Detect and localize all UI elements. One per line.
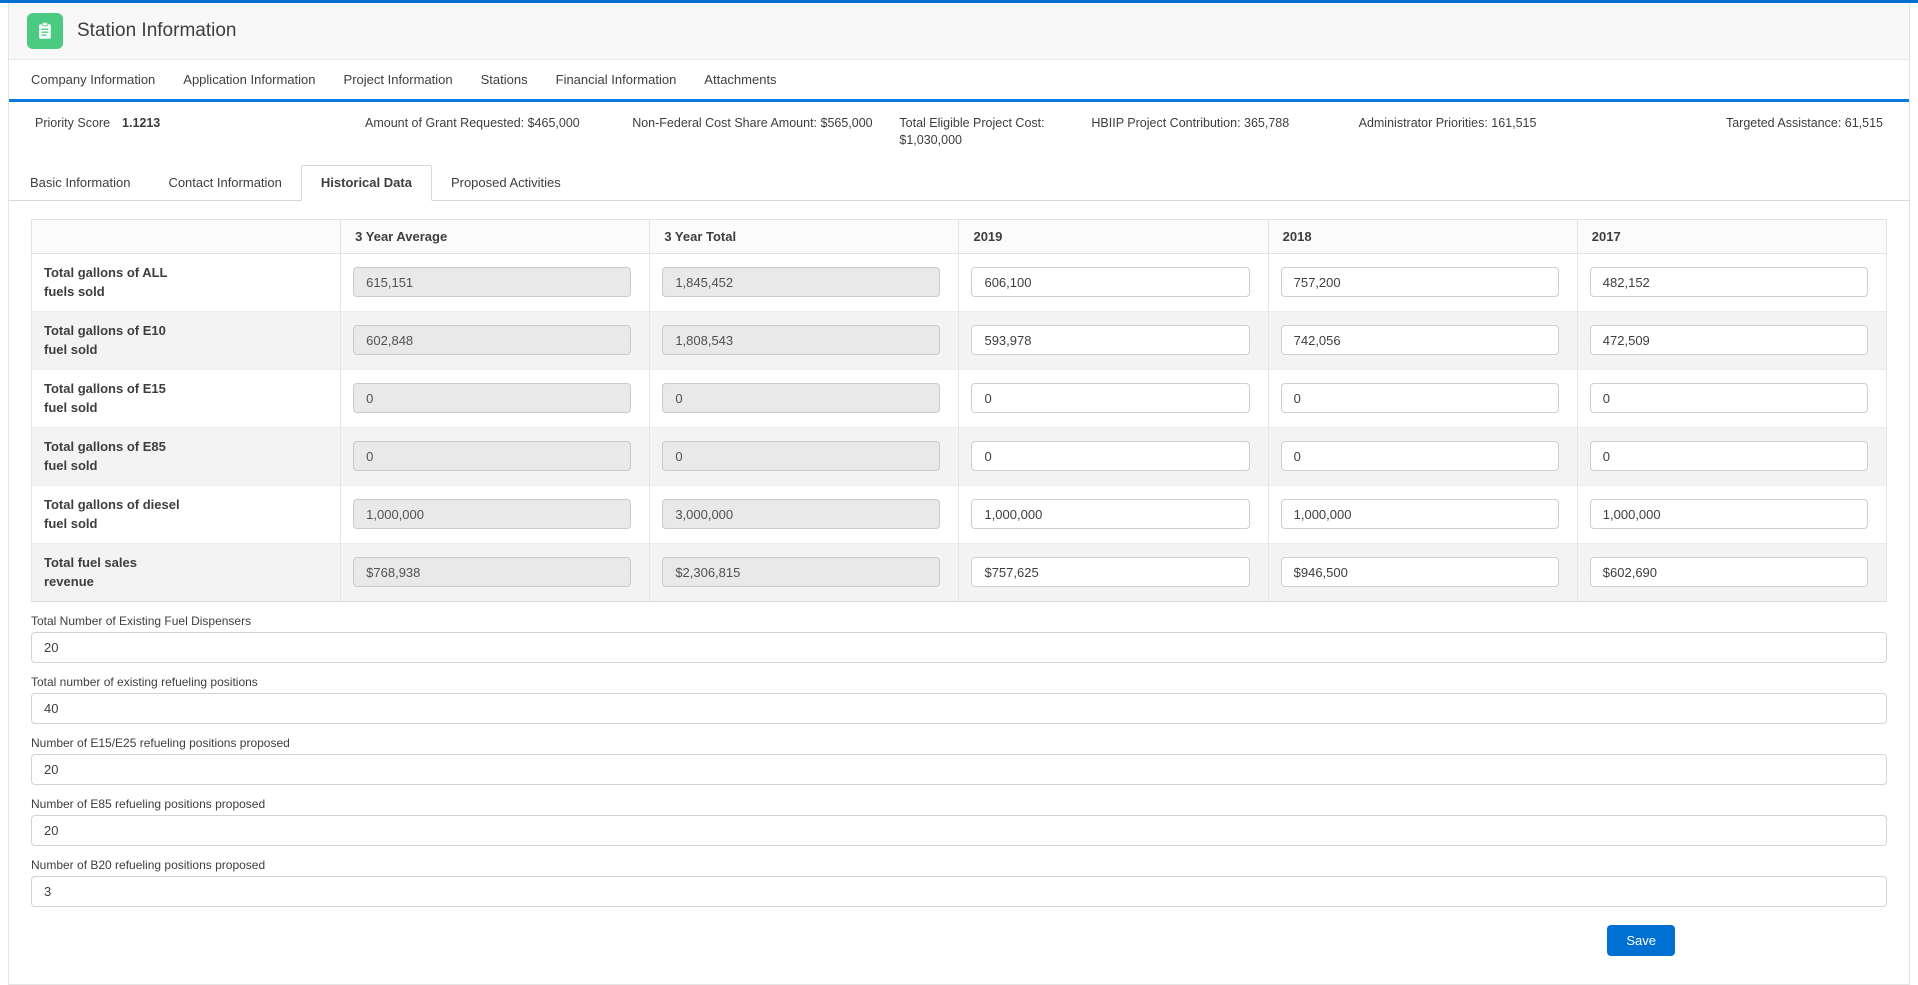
e15-e25-positions-proposed-input[interactable] [31,754,1887,785]
field-label: Number of B20 refueling positions propos… [31,858,1887,872]
table-row-e15: Total gallons of E15 fuel sold [32,369,1887,427]
row-label: Total gallons of ALL fuels sold [44,263,186,302]
input-2019[interactable] [971,499,1249,529]
input-3yr-average [353,441,631,471]
summary-admin-priorities: Administrator Priorities: 161,515 [1359,115,1626,132]
e85-positions-proposed-input[interactable] [31,815,1887,846]
field-label: Total Number of Existing Fuel Dispensers [31,614,1887,628]
input-2017[interactable] [1590,441,1868,471]
input-2017[interactable] [1590,383,1868,413]
field-label: Number of E85 refueling positions propos… [31,797,1887,811]
field-e15-e25-positions-proposed: Number of E15/E25 refueling positions pr… [31,736,1887,785]
tab-attachments[interactable]: Attachments [704,72,776,87]
column-header-3yr-average: 3 Year Average [341,219,650,253]
row-label: Total gallons of diesel fuel sold [44,495,186,534]
tab-company-information[interactable]: Company Information [31,72,155,87]
summary-hbiip-contribution: HBIIP Project Contribution: 365,788 [1091,115,1358,132]
table-row-all-fuels: Total gallons of ALL fuels sold [32,253,1887,311]
historical-data-panel: 3 Year Average 3 Year Total 2019 2018 20… [9,201,1909,984]
row-label: Total gallons of E15 fuel sold [44,379,186,418]
priority-score: Priority Score 1.1213 [35,115,365,132]
input-3yr-average [353,557,631,587]
input-3yr-average [353,383,631,413]
input-2018[interactable] [1281,267,1559,297]
table-row-e85: Total gallons of E85 fuel sold [32,427,1887,485]
summary-bar: Priority Score 1.1213 Amount of Grant Re… [9,102,1909,157]
input-2019[interactable] [971,267,1249,297]
existing-refueling-positions-input[interactable] [31,693,1887,724]
input-3yr-total [662,557,940,587]
tab-application-information[interactable]: Application Information [183,72,315,87]
table-header-row: 3 Year Average 3 Year Total 2019 2018 20… [32,219,1887,253]
input-2017[interactable] [1590,325,1868,355]
app-header: Station Information [9,3,1909,60]
input-3yr-average [353,267,631,297]
sub-tab-bar: Basic Information Contact Information Hi… [9,165,1909,201]
input-2017[interactable] [1590,499,1868,529]
input-2019[interactable] [971,383,1249,413]
input-3yr-total [662,441,940,471]
column-header-2018: 2018 [1268,219,1577,253]
station-information-card: Station Information Company Information … [8,3,1910,985]
column-header-blank [32,219,341,253]
subtab-proposed-activities[interactable]: Proposed Activities [432,166,580,200]
column-header-2019: 2019 [959,219,1268,253]
clipboard-icon [27,13,63,49]
b20-positions-proposed-input[interactable] [31,876,1887,907]
input-2018[interactable] [1281,557,1559,587]
input-2019[interactable] [971,557,1249,587]
input-2018[interactable] [1281,441,1559,471]
field-b20-positions-proposed: Number of B20 refueling positions propos… [31,858,1887,907]
input-3yr-average [353,325,631,355]
field-label: Total number of existing refueling posit… [31,675,1887,689]
tab-project-information[interactable]: Project Information [344,72,453,87]
priority-score-value: 1.1213 [122,115,160,132]
subtab-basic-information[interactable]: Basic Information [11,166,149,200]
column-header-2017: 2017 [1577,219,1886,253]
historical-data-table: 3 Year Average 3 Year Total 2019 2018 20… [31,219,1887,602]
save-row: Save [31,907,1887,984]
save-button[interactable]: Save [1607,925,1675,956]
row-label: Total fuel sales revenue [44,553,186,592]
subtab-contact-information[interactable]: Contact Information [149,166,300,200]
input-2017[interactable] [1590,267,1868,297]
summary-targeted-assistance: Targeted Assistance: 61,515 [1626,115,1883,132]
tab-financial-information[interactable]: Financial Information [556,72,677,87]
summary-grant-requested: Amount of Grant Requested: $465,000 [365,115,632,132]
field-existing-refueling-positions: Total number of existing refueling posit… [31,675,1887,724]
row-label: Total gallons of E10 fuel sold [44,321,186,360]
subtab-historical-data[interactable]: Historical Data [301,165,432,201]
input-2019[interactable] [971,441,1249,471]
priority-score-label: Priority Score [35,115,110,132]
input-2018[interactable] [1281,499,1559,529]
summary-eligible-project-cost: Total Eligible Project Cost: $1,030,000 [899,115,1091,149]
input-2018[interactable] [1281,325,1559,355]
main-tab-bar: Company Information Application Informat… [9,60,1909,102]
input-2019[interactable] [971,325,1249,355]
input-3yr-total [662,325,940,355]
input-2018[interactable] [1281,383,1559,413]
input-3yr-total [662,383,940,413]
field-label: Number of E15/E25 refueling positions pr… [31,736,1887,750]
summary-cost-share: Non-Federal Cost Share Amount: $565,000 [632,115,899,132]
column-header-3yr-total: 3 Year Total [650,219,959,253]
page-title: Station Information [77,20,236,42]
existing-fuel-dispensers-input[interactable] [31,632,1887,663]
field-e85-positions-proposed: Number of E85 refueling positions propos… [31,797,1887,846]
field-existing-fuel-dispensers: Total Number of Existing Fuel Dispensers [31,614,1887,663]
tab-stations[interactable]: Stations [481,72,528,87]
table-row-diesel: Total gallons of diesel fuel sold [32,485,1887,543]
table-row-fuel-sales-revenue: Total fuel sales revenue [32,543,1887,601]
input-3yr-total [662,499,940,529]
table-row-e10: Total gallons of E10 fuel sold [32,311,1887,369]
input-3yr-average [353,499,631,529]
row-label: Total gallons of E85 fuel sold [44,437,186,476]
input-2017[interactable] [1590,557,1868,587]
input-3yr-total [662,267,940,297]
